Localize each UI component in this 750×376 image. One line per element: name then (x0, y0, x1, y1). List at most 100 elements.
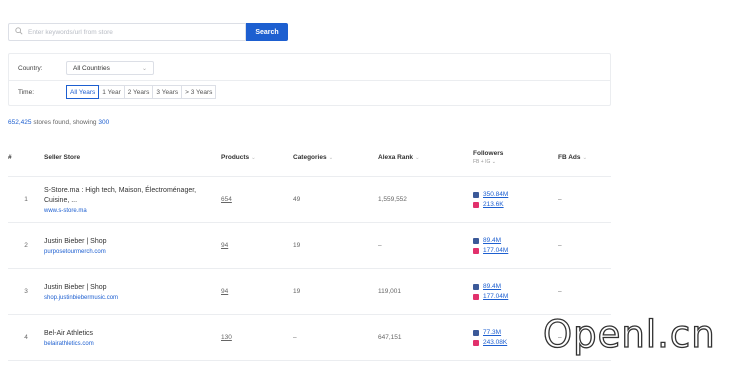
products-link[interactable]: 94 (221, 288, 228, 295)
alexa-rank-cell: 1,559,552 (378, 176, 473, 223)
followers-cell: 89.4M 177.04M (473, 222, 558, 269)
header-alexa-rank[interactable]: Alexa Rank ⌄ (378, 138, 473, 177)
search-icon (15, 27, 23, 37)
time-option-3-years[interactable]: 3 Years (152, 85, 183, 99)
header-products[interactable]: Products ⌄ (221, 138, 293, 177)
results-summary: 652,425 stores found, showing 300 (8, 119, 109, 126)
store-cell: Bel-Air Athletics belairathletics.com (44, 314, 221, 361)
followers-subheader[interactable]: FB + IG ⌄ (473, 159, 558, 165)
store-url-link[interactable]: shop.justinbiebermusic.com (44, 295, 221, 301)
fb-followers-link[interactable]: 89.4M (483, 236, 501, 246)
ig-followers: 213.6K (473, 200, 558, 210)
products-cell: 130 (221, 314, 293, 361)
followers-cell: 89.4M 177.04M (473, 268, 558, 315)
store-url-link[interactable]: belairathletics.com (44, 341, 221, 347)
products-cell: 654 (221, 176, 293, 223)
row-index: 2 (8, 222, 44, 269)
alexa-rank-cell: – (378, 222, 473, 269)
time-option-1-year[interactable]: 1 Year (98, 85, 125, 99)
fb-followers-link[interactable]: 89.4M (483, 282, 501, 292)
header-categories[interactable]: Categories ⌄ (293, 138, 378, 177)
search-bar: Search (8, 23, 288, 41)
products-cell: 94 (221, 222, 293, 269)
instagram-icon (473, 339, 479, 346)
categories-cell: 49 (293, 176, 378, 223)
store-url-link[interactable]: purposetourmerch.com (44, 249, 221, 255)
facebook-icon (473, 329, 479, 336)
followers-cell: 350.84M 213.6K (473, 176, 558, 223)
fb-followers-link[interactable]: 77.3M (483, 328, 501, 338)
fb-ads-cell: – (558, 176, 611, 223)
table-row[interactable]: 1 S-Store.ma : High tech, Maison, Électr… (8, 176, 611, 223)
products-link[interactable]: 94 (221, 242, 228, 249)
alexa-rank-cell: 119,001 (378, 268, 473, 315)
instagram-icon (473, 201, 479, 208)
sort-caret-icon[interactable]: ⌄ (415, 155, 420, 161)
time-option-2-years[interactable]: 2 Years (123, 85, 154, 99)
store-cell: S-Store.ma : High tech, Maison, Électrom… (44, 176, 221, 223)
products-link[interactable]: 654 (221, 196, 232, 203)
table-header-row: # Seller Store Products ⌄ Categories ⌄ Ale… (8, 138, 611, 177)
header-fb-ads[interactable]: FB Ads ⌄ (558, 138, 611, 177)
fb-followers-link[interactable]: 350.84M (483, 190, 508, 200)
row-index: 1 (8, 176, 44, 223)
table-row[interactable]: 2 Justin Bieber | Shop purposetourmerch.… (8, 222, 611, 269)
fb-followers: 89.4M (473, 282, 558, 292)
facebook-icon (473, 191, 479, 198)
store-name[interactable]: Justin Bieber | Shop (44, 283, 221, 293)
ig-followers: 177.04M (473, 246, 558, 256)
search-button[interactable]: Search (246, 23, 288, 41)
chevron-down-icon: ⌄ (141, 65, 147, 72)
search-input-wrapper[interactable] (8, 23, 246, 41)
row-index: 4 (8, 314, 44, 361)
products-link[interactable]: 130 (221, 334, 232, 341)
store-url-link[interactable]: www.s-store.ma (44, 208, 221, 214)
categories-cell: – (293, 314, 378, 361)
watermark-logo: Openl.cn (542, 313, 716, 356)
alexa-rank-cell: 647,151 (378, 314, 473, 361)
results-text: stores found, showing (33, 119, 97, 126)
filter-panel: Country: All Countries ⌄ Time: All Years… (8, 53, 611, 106)
fb-ads-cell: – (558, 222, 611, 269)
ig-followers-link[interactable]: 177.04M (483, 292, 508, 302)
products-cell: 94 (221, 268, 293, 315)
ig-followers-link[interactable]: 243.08K (483, 338, 507, 348)
fb-followers: 350.84M (473, 190, 558, 200)
ig-followers-link[interactable]: 177.04M (483, 246, 508, 256)
facebook-icon (473, 237, 479, 244)
header-index: # (8, 138, 44, 177)
sort-caret-icon[interactable]: ⌄ (329, 155, 334, 161)
header-seller-store: Seller Store (44, 138, 221, 177)
stores-table: # Seller Store Products ⌄ Categories ⌄ Ale… (8, 138, 611, 361)
country-label: Country: (18, 64, 43, 72)
categories-cell: 19 (293, 268, 378, 315)
store-name[interactable]: Bel-Air Athletics (44, 329, 221, 339)
ig-followers-link[interactable]: 213.6K (483, 200, 504, 210)
categories-cell: 19 (293, 222, 378, 269)
time-filter-row: Time: All Years 1 Year 2 Years 3 Years >… (18, 85, 217, 99)
header-followers[interactable]: Followers FB + IG ⌄ (473, 138, 558, 177)
search-input[interactable] (28, 28, 228, 36)
facebook-icon (473, 283, 479, 290)
sort-caret-icon[interactable]: ⌄ (583, 155, 588, 161)
filter-divider (9, 80, 610, 81)
fb-ads-cell: – (558, 268, 611, 315)
instagram-icon (473, 247, 479, 254)
table-row[interactable]: 4 Bel-Air Athletics belairathletics.com … (8, 314, 611, 361)
time-option-more-3-years[interactable]: > 3 Years (181, 85, 217, 99)
store-name[interactable]: Justin Bieber | Shop (44, 237, 221, 247)
fb-followers: 89.4M (473, 236, 558, 246)
results-showing: 300 (98, 119, 110, 126)
time-label: Time: (18, 88, 35, 96)
country-filter-row: Country: All Countries ⌄ (18, 59, 154, 77)
country-select[interactable]: All Countries ⌄ (66, 61, 154, 75)
country-select-value: All Countries (73, 64, 110, 72)
table-row[interactable]: 3 Justin Bieber | Shop shop.justinbieber… (8, 268, 611, 315)
store-cell: Justin Bieber | Shop shop.justinbiebermu… (44, 268, 221, 315)
store-name[interactable]: S-Store.ma : High tech, Maison, Électrom… (44, 186, 221, 206)
instagram-icon (473, 293, 479, 300)
store-cell: Justin Bieber | Shop purposetourmerch.co… (44, 222, 221, 269)
sort-caret-icon[interactable]: ⌄ (251, 155, 256, 161)
row-index: 3 (8, 268, 44, 315)
time-option-all-years[interactable]: All Years (66, 85, 100, 99)
